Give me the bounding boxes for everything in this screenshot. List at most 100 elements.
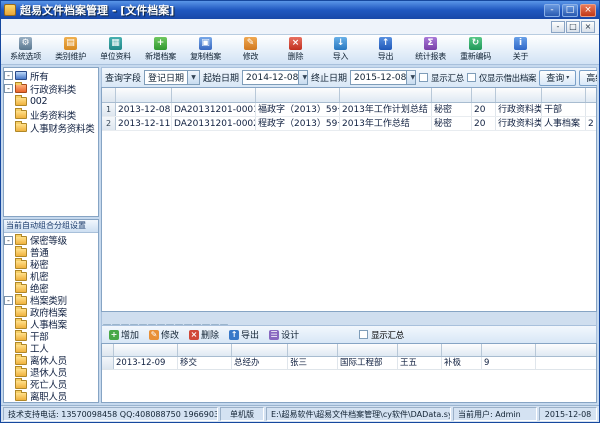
expander-icon[interactable]: -: [4, 236, 13, 245]
detail-tab[interactable]: [103, 324, 111, 325]
table-row[interactable]: 2 2013-12-11 DA20131201-0002 程政字（2013）59…: [102, 117, 596, 131]
table-row[interactable]: 1 2013-12-08 DA20131201-0001 福政字（2013）59…: [102, 103, 596, 117]
toolbar-button[interactable]: i 关于: [498, 36, 543, 64]
detail-tab[interactable]: [166, 324, 174, 325]
tree-node[interactable]: 普通: [4, 246, 98, 258]
detail-tab[interactable]: [202, 324, 210, 325]
tree-node[interactable]: - 保密等级: [4, 234, 98, 246]
detail-toolbar-button[interactable]: ☰ 设计: [265, 328, 303, 342]
detail-tab[interactable]: [148, 324, 156, 325]
maximize-button[interactable]: □: [562, 4, 578, 17]
transfer-column-header[interactable]: [178, 344, 232, 356]
transfer-column-header[interactable]: [442, 344, 482, 356]
add-file-icon: +: [154, 37, 167, 50]
tree-node[interactable]: - 所有: [4, 69, 98, 82]
detail-tab[interactable]: [193, 324, 201, 325]
tree-node[interactable]: 002: [4, 95, 98, 108]
show-summary-checkbox[interactable]: [419, 73, 428, 82]
advanced-button[interactable]: 高级: [579, 70, 597, 86]
detail-toolbar-button[interactable]: ↑ 导出: [225, 328, 263, 342]
detail-tab[interactable]: [175, 324, 183, 325]
chevron-down-icon: ▼: [187, 71, 199, 84]
minimize-button[interactable]: -: [544, 4, 560, 17]
toolbar-button[interactable]: × 删除: [273, 36, 318, 64]
transfer-column-header[interactable]: [288, 344, 338, 356]
column-header[interactable]: [586, 88, 596, 102]
transfer-column-header[interactable]: [482, 344, 536, 356]
toolbar-button[interactable]: ✎ 修改: [228, 36, 273, 64]
tree-node[interactable]: 秘密: [4, 258, 98, 270]
start-date-input[interactable]: 2014-12-08 ▼: [242, 70, 308, 85]
close-button[interactable]: ×: [580, 4, 596, 17]
tree-node[interactable]: 业务资料类: [4, 108, 98, 121]
toolbar-button[interactable]: ⚙ 系统选项: [3, 36, 48, 64]
column-header[interactable]: [496, 88, 542, 102]
transfer-column-header[interactable]: [114, 344, 178, 356]
expander-icon[interactable]: -: [4, 71, 13, 80]
toolbar-button[interactable]: ↓ 导入: [318, 36, 363, 64]
column-header[interactable]: [542, 88, 586, 102]
tree-node[interactable]: 干部: [4, 330, 98, 342]
toolbar-button[interactable]: ▦ 单位资料: [93, 36, 138, 64]
transfer-column-header[interactable]: [338, 344, 398, 356]
tree-node[interactable]: 人事财务资料类: [4, 121, 98, 134]
grid-cell: DA20131201-0001: [172, 103, 256, 116]
detail-tab[interactable]: [211, 324, 219, 325]
only-borrowed-checkbox[interactable]: [467, 73, 476, 82]
end-date-input[interactable]: 2015-12-08 ▼: [350, 70, 416, 85]
toolbar-button[interactable]: ▤ 类别维护: [48, 36, 93, 64]
about-icon: i: [514, 37, 527, 50]
query-button[interactable]: 查询 ▾: [539, 70, 576, 86]
detail-tab[interactable]: [220, 324, 228, 325]
expander-icon[interactable]: -: [4, 296, 13, 305]
transfer-column-header[interactable]: [398, 344, 442, 356]
detail-toolbar-button-label: 导出: [241, 328, 259, 341]
detail-show-summary: 显示汇总: [359, 329, 404, 341]
toolbar-button-label: 单位资料: [100, 51, 131, 62]
toolbar-button[interactable]: ↑ 导出: [363, 36, 408, 64]
detail-toolbar-button[interactable]: ✎ 修改: [145, 328, 183, 342]
copy-file-icon: ▣: [199, 37, 212, 50]
column-header[interactable]: [432, 88, 472, 102]
end-date-value: 2015-12-08: [354, 73, 406, 83]
column-header[interactable]: [172, 88, 256, 102]
toolbar-button[interactable]: + 新增档案: [138, 36, 183, 64]
tree-node[interactable]: - 行政资料类: [4, 82, 98, 95]
detail-tab[interactable]: [130, 324, 138, 325]
column-header[interactable]: [116, 88, 172, 102]
transfer-column-header[interactable]: [232, 344, 288, 356]
field-select[interactable]: 登记日期 ▼: [144, 70, 200, 85]
toolbar-button[interactable]: Σ 统计报表: [408, 36, 453, 64]
recode-icon: ↻: [469, 37, 482, 50]
column-header[interactable]: [340, 88, 432, 102]
tree-node[interactable]: 机密: [4, 270, 98, 282]
mdi-close-button[interactable]: ×: [581, 21, 595, 33]
detail-tab[interactable]: [121, 324, 129, 325]
column-header[interactable]: [472, 88, 496, 102]
mdi-restore-button[interactable]: □: [566, 21, 580, 33]
content-area: 查询字段 登记日期 ▼ 起始日期 2014-12-08 ▼ 终止日期 2015-…: [101, 67, 597, 403]
transfer-cell: 王五: [398, 357, 442, 369]
detail-tab[interactable]: [157, 324, 165, 325]
detail-toolbar-button[interactable]: × 删除: [185, 328, 223, 342]
mdi-minimize-button[interactable]: -: [551, 21, 565, 33]
tree-node[interactable]: 人事档案: [4, 318, 98, 330]
tree-node-label: 业务资料类: [30, 108, 76, 122]
detail-tab[interactable]: [139, 324, 147, 325]
row-number: 2: [102, 117, 116, 130]
tree-node[interactable]: 离职人员: [4, 390, 98, 402]
toolbar-button[interactable]: ↻ 重新编码: [453, 36, 498, 64]
folder-icon: [15, 84, 27, 93]
detail-toolbar-button[interactable]: + 增加: [105, 328, 143, 342]
transfer-grid-corner: [102, 344, 114, 356]
toolbar-button-label: 类别维护: [55, 51, 86, 62]
export2-icon: ↑: [229, 330, 239, 340]
detail-tab[interactable]: [112, 324, 120, 325]
detail-show-summary-checkbox[interactable]: [359, 330, 368, 339]
transfer-row[interactable]: 2013-12-09 移交 总经办 张三 国际工程部 王五 补极 9: [102, 357, 596, 370]
folder-icon: [15, 308, 27, 317]
toolbar-button[interactable]: ▣ 复制档案: [183, 36, 228, 64]
expander-icon[interactable]: -: [4, 84, 13, 93]
detail-tab[interactable]: [184, 324, 192, 325]
column-header[interactable]: [256, 88, 340, 102]
